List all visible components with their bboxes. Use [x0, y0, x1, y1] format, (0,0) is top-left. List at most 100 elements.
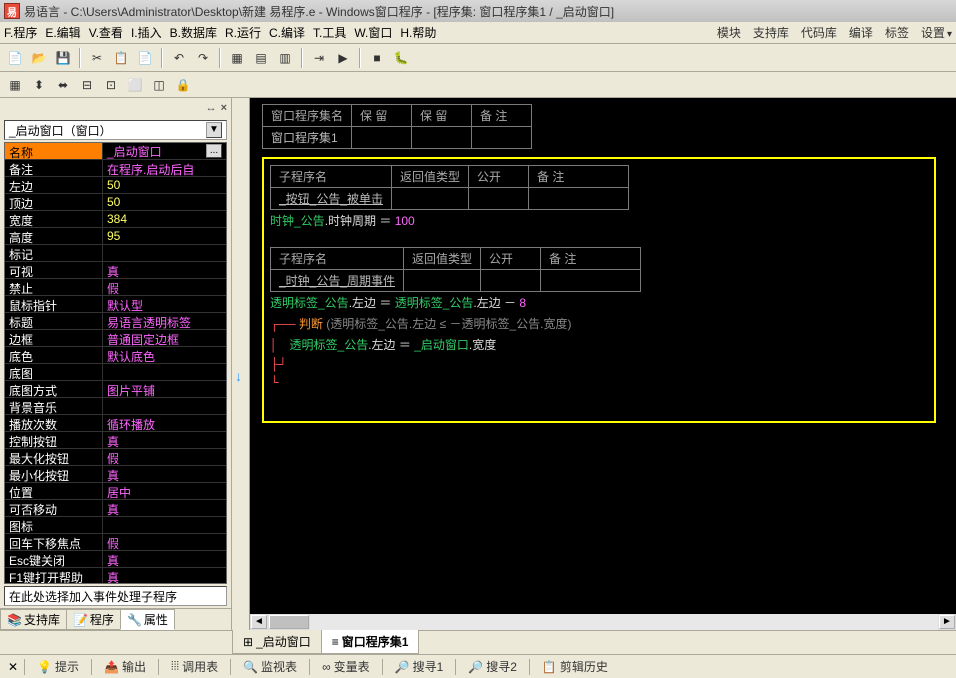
status-expand-icon[interactable]: ✕ — [8, 660, 18, 674]
prop-value[interactable]: 假 — [103, 534, 226, 550]
undo-icon[interactable]: ↶ — [168, 47, 190, 69]
prop-row[interactable]: 宽度384 — [5, 211, 226, 228]
align-h-icon[interactable]: ⬍ — [28, 74, 50, 96]
prop-row[interactable]: 高度95 — [5, 228, 226, 245]
code-line-6[interactable]: └ — [270, 373, 928, 391]
prop-value[interactable]: 真 — [103, 568, 226, 584]
prop-row[interactable]: 底图方式图片平铺 — [5, 381, 226, 398]
open-file-icon[interactable]: 📂 — [28, 47, 50, 69]
prop-row[interactable]: 位置居中 — [5, 483, 226, 500]
prop-value[interactable]: 50 — [103, 194, 226, 210]
prop-row[interactable]: 顶边50 — [5, 194, 226, 211]
prop-row[interactable]: 边框普通固定边框 — [5, 330, 226, 347]
doc-tab-procset[interactable]: ≡窗口程序集1 — [321, 629, 420, 654]
layout3-icon[interactable]: ▥ — [274, 47, 296, 69]
menu-insert[interactable]: I.插入 — [131, 24, 162, 41]
menu-view[interactable]: V.查看 — [89, 24, 123, 41]
prop-value[interactable]: 384 — [103, 211, 226, 227]
sub1-name-cell[interactable]: _按钮_公告_被单击 — [271, 188, 392, 210]
procset-name-cell[interactable]: 窗口程序集1 — [263, 127, 352, 149]
prop-row[interactable]: 控制按钮真 — [5, 432, 226, 449]
menu-supportlib[interactable]: 支持库 — [753, 24, 789, 41]
status-hint[interactable]: 💡提示 — [31, 658, 85, 675]
prop-value[interactable]: 假 — [103, 279, 226, 295]
prop-value[interactable]: 假 — [103, 449, 226, 465]
size2-icon[interactable]: ◫ — [148, 74, 170, 96]
prop-row[interactable]: 禁止假 — [5, 279, 226, 296]
run-icon[interactable]: ▶ — [332, 47, 354, 69]
menu-help[interactable]: H.帮助 — [400, 24, 436, 41]
prop-value[interactable]: 真 — [103, 262, 226, 278]
bug-icon[interactable]: 🐛 — [390, 47, 412, 69]
sidebar-close-icon[interactable]: × — [221, 102, 227, 114]
cut-icon[interactable]: ✂ — [86, 47, 108, 69]
status-watch[interactable]: 🔍监视表 — [237, 658, 303, 675]
prop-value[interactable]: 50 — [103, 177, 226, 193]
status-search2[interactable]: 🔎搜寻2 — [462, 658, 523, 675]
prop-value[interactable]: 普通固定边框 — [103, 330, 226, 346]
menu-build[interactable]: 编译 — [849, 24, 873, 41]
save-icon[interactable]: 💾 — [52, 47, 74, 69]
prop-value[interactable]: 95 — [103, 228, 226, 244]
horizontal-scrollbar[interactable]: ◄ ► — [250, 614, 956, 630]
menu-module[interactable]: 模块 — [717, 24, 741, 41]
lock-icon[interactable]: 🔒 — [172, 74, 194, 96]
sub2-name-cell[interactable]: _时钟_公告_周期事件 — [271, 270, 404, 292]
dock-icon[interactable]: ↔ — [206, 102, 217, 114]
grid1-icon[interactable]: ▦ — [4, 74, 26, 96]
scroll-track[interactable] — [310, 614, 938, 630]
code-line-1[interactable]: 时钟_公告.时钟周期 ＝ 100 — [270, 210, 928, 231]
prop-row[interactable]: 可否移动真 — [5, 500, 226, 517]
code-line-4[interactable]: │ 透明标签_公告.左边 ＝ _启动窗口.宽度 — [270, 334, 928, 355]
status-search1[interactable]: 🔎搜寻1 — [389, 658, 450, 675]
menu-run[interactable]: R.运行 — [225, 24, 261, 41]
prop-row[interactable]: 最小化按钮真 — [5, 466, 226, 483]
prop-value[interactable]: 图片平铺 — [103, 381, 226, 397]
code-line-3[interactable]: ┌── 判断 (透明标签_公告.左边 ≤ －透明标签_公告.宽度) — [270, 313, 928, 334]
code-line-2[interactable]: 透明标签_公告.左边 ＝ 透明标签_公告.左边 － 8 — [270, 292, 928, 313]
prop-value[interactable]: 默认底色 — [103, 347, 226, 363]
doc-tab-window[interactable]: ⊞_启动窗口 — [232, 629, 322, 654]
prop-value[interactable]: 真 — [103, 466, 226, 482]
menu-window[interactable]: W.窗口 — [354, 24, 392, 41]
tab-supportlib[interactable]: 📚支持库 — [0, 609, 67, 630]
prop-value[interactable]: _启动窗口... — [103, 143, 226, 159]
new-file-icon[interactable]: 📄 — [4, 47, 26, 69]
stop-icon[interactable]: ■ — [366, 47, 388, 69]
menu-file[interactable]: F.程序 — [4, 24, 37, 41]
code-editor[interactable]: ↓ 窗口程序集名 保 留 保 留 备 注 窗口程序集1 子程序名 — [232, 98, 956, 630]
prop-value[interactable]: 真 — [103, 432, 226, 448]
prop-browse-button[interactable]: ... — [206, 144, 222, 158]
prop-value[interactable]: 真 — [103, 551, 226, 567]
menu-codelib[interactable]: 代码库 — [801, 24, 837, 41]
status-cliphistory[interactable]: 📋剪辑历史 — [536, 658, 614, 675]
space2-icon[interactable]: ⊡ — [100, 74, 122, 96]
prop-value[interactable] — [103, 398, 226, 414]
object-combo[interactable]: _启动窗口（窗口） ▼ — [4, 120, 227, 140]
prop-row[interactable]: 播放次数循环播放 — [5, 415, 226, 432]
code-line-5[interactable]: ├┘ — [270, 355, 928, 373]
prop-row[interactable]: Esc键关闭真 — [5, 551, 226, 568]
prop-value[interactable] — [103, 364, 226, 380]
size1-icon[interactable]: ⬜ — [124, 74, 146, 96]
prop-value[interactable] — [103, 245, 226, 261]
scroll-right-icon[interactable]: ► — [939, 615, 955, 629]
scroll-left-icon[interactable]: ◄ — [251, 615, 267, 629]
prop-value[interactable]: 真 — [103, 500, 226, 516]
status-output[interactable]: 📤输出 — [98, 658, 152, 675]
prop-value[interactable]: 默认型 — [103, 296, 226, 312]
prop-row[interactable]: 图标 — [5, 517, 226, 534]
menu-label[interactable]: 标签 — [885, 24, 909, 41]
prop-value[interactable] — [103, 517, 226, 533]
layout2-icon[interactable]: ▤ — [250, 47, 272, 69]
prop-value[interactable]: 在程序.启动后自 — [103, 160, 226, 176]
prop-row[interactable]: 备注在程序.启动后自 — [5, 160, 226, 177]
tab-properties[interactable]: 🔧属性 — [120, 609, 175, 630]
menu-compile[interactable]: C.编译 — [269, 24, 305, 41]
space1-icon[interactable]: ⊟ — [76, 74, 98, 96]
step-icon[interactable]: ⇥ — [308, 47, 330, 69]
combo-dropdown-icon[interactable]: ▼ — [206, 122, 222, 138]
paste-icon[interactable]: 📄 — [134, 47, 156, 69]
prop-row[interactable]: 可视真 — [5, 262, 226, 279]
layout1-icon[interactable]: ▦ — [226, 47, 248, 69]
